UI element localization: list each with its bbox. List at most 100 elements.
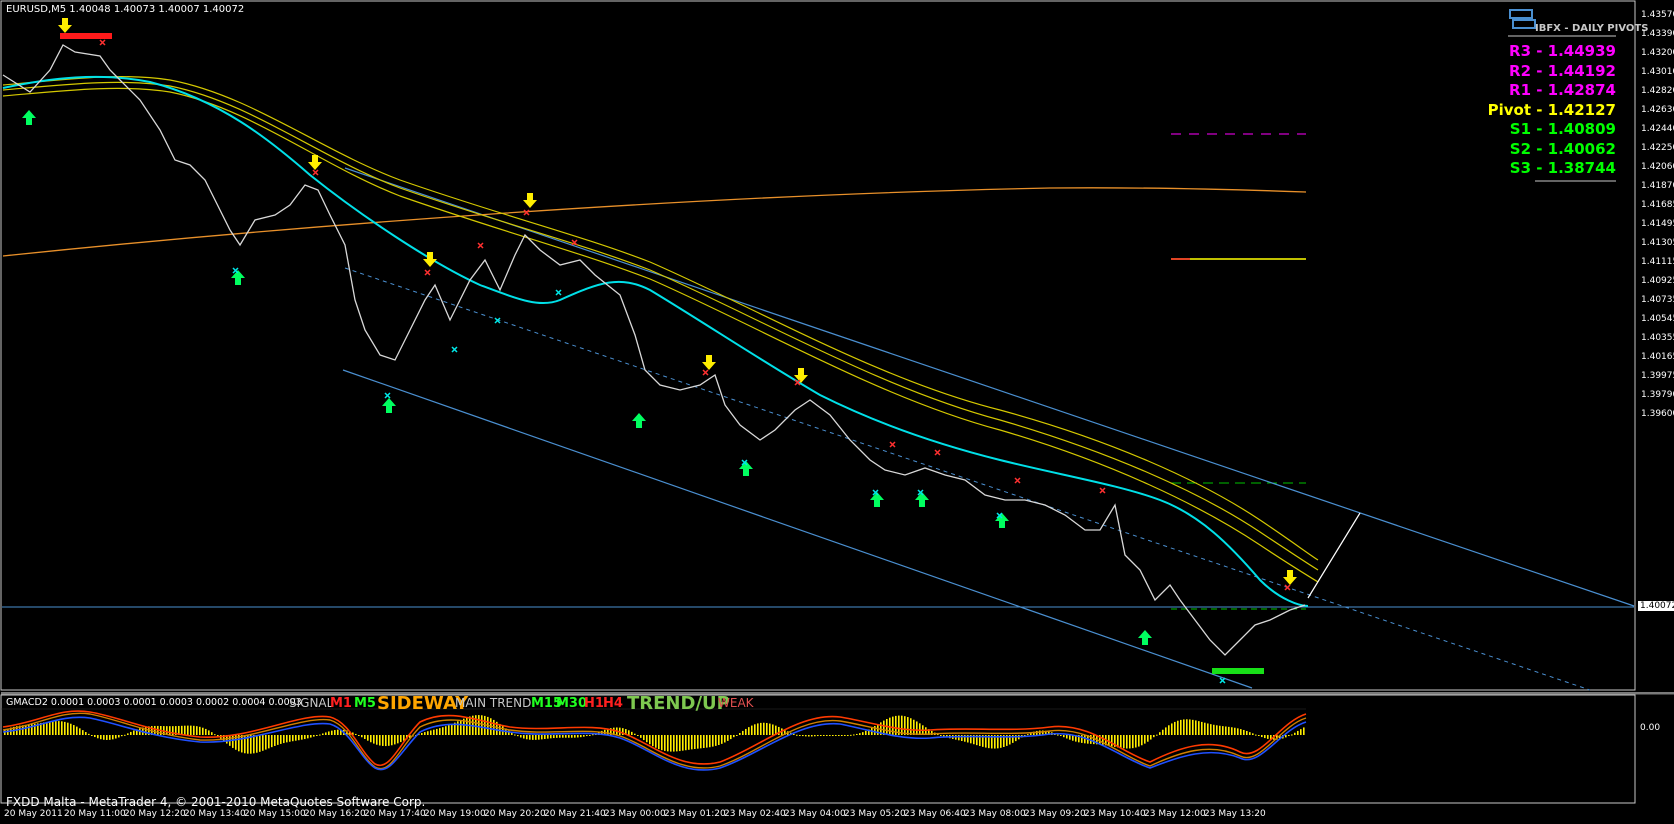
price-axis-label: 1.40165 <box>1641 352 1674 363</box>
histogram-bar <box>1180 719 1182 735</box>
histogram-bar <box>712 735 714 747</box>
histogram-bar <box>562 735 564 738</box>
price-axis-label: 1.39975 <box>1641 371 1674 382</box>
histogram-bar <box>520 735 522 738</box>
histogram-bar <box>460 719 462 735</box>
price-chart[interactable] <box>0 0 1674 692</box>
histogram-bar <box>1174 721 1176 735</box>
histogram-bar <box>805 735 807 737</box>
histogram-bar <box>688 735 690 750</box>
histogram-bar <box>553 735 555 739</box>
time-axis-label: 23 May 12:00 <box>1144 809 1206 819</box>
price-axis-label: 1.40735 <box>1641 295 1674 306</box>
histogram-bar <box>82 730 84 735</box>
histogram-bar <box>1111 735 1113 747</box>
histogram-bar <box>850 734 852 736</box>
histogram-bar <box>1258 735 1260 736</box>
symbol-header: EURUSD,M5 1.40048 1.40073 1.40007 1.4007… <box>6 4 245 15</box>
time-axis-label: 20 May 2011 <box>4 809 63 819</box>
histogram-bar <box>1126 735 1128 749</box>
histogram-bar <box>115 735 117 739</box>
histogram-bar <box>205 728 207 735</box>
histogram-bar <box>1213 724 1215 735</box>
histogram-bar <box>253 735 255 754</box>
histogram-bar <box>1147 735 1149 742</box>
histogram-bar <box>700 735 702 749</box>
histogram-bar <box>550 735 552 739</box>
histogram-bar <box>1039 730 1041 735</box>
histogram-bar <box>811 735 813 737</box>
histogram-bar <box>1285 735 1287 738</box>
histogram-bar <box>427 731 429 735</box>
price-axis-label: 1.42630 <box>1641 105 1674 116</box>
histogram-bar <box>1138 735 1140 747</box>
histogram-bar <box>103 735 105 740</box>
time-axis-label: 23 May 04:00 <box>784 809 846 819</box>
histogram-bar <box>838 735 840 736</box>
time-axis-label: 20 May 11:00 <box>64 809 126 819</box>
histogram-bar <box>865 730 867 735</box>
histogram-bar <box>1093 735 1095 745</box>
histogram-bar <box>1219 725 1221 735</box>
histogram-bar <box>832 735 834 736</box>
histogram-bar <box>475 715 477 735</box>
histogram-bar <box>1228 726 1230 735</box>
histogram-bar <box>154 725 156 735</box>
time-axis-label: 23 May 10:40 <box>1084 809 1146 819</box>
histogram-bar <box>448 725 450 735</box>
histogram-bar <box>55 721 57 735</box>
histogram-bar <box>1297 730 1299 735</box>
histogram-bar <box>283 735 285 744</box>
resistance-marker <box>60 33 112 39</box>
histogram-bar <box>814 735 816 737</box>
histogram-bar <box>670 735 672 752</box>
time-axis-label: 23 May 08:00 <box>964 809 1026 819</box>
histogram-bar <box>331 730 333 735</box>
histogram-bar <box>556 735 558 738</box>
histogram-bar <box>1129 735 1131 749</box>
gmacd-indicator-chart[interactable] <box>0 692 1674 805</box>
histogram-bar <box>589 735 591 736</box>
price-axis-label: 1.43570 <box>1641 10 1674 20</box>
histogram-bar <box>763 722 765 735</box>
histogram-bar <box>823 735 825 736</box>
histogram-bar <box>442 727 444 735</box>
histogram-bar <box>1255 734 1257 736</box>
histogram-bar <box>1069 735 1071 740</box>
histogram-bar <box>208 730 210 735</box>
histogram-bar <box>718 735 720 745</box>
price-axis-label: 1.41495 <box>1641 219 1674 230</box>
histogram-bar <box>94 735 96 738</box>
histogram-bar <box>802 735 804 737</box>
histogram-bar <box>181 725 183 735</box>
histogram-bar <box>361 735 363 738</box>
histogram-bar <box>67 722 69 735</box>
histogram-bar <box>277 735 279 745</box>
histogram-bar <box>754 724 756 735</box>
histogram-bar <box>529 735 531 740</box>
h4-label: H4 <box>603 696 623 711</box>
histogram-bar <box>1237 728 1239 735</box>
histogram-bar <box>193 725 195 735</box>
price-axis-label: 1.40355 <box>1641 333 1674 344</box>
current-price-label: 1.40072 <box>1638 601 1674 611</box>
histogram-bar <box>1234 727 1236 735</box>
histogram-bar <box>643 735 645 741</box>
histogram-bar <box>268 735 270 749</box>
histogram-bar <box>307 735 309 739</box>
histogram-bar <box>298 735 300 741</box>
histogram-bar <box>940 735 942 736</box>
pivot-level-r2: R2 - 1.44192 <box>1509 61 1616 80</box>
signal-label: SIGNAL <box>289 696 334 710</box>
price-axis-label: 1.39790 <box>1641 390 1674 401</box>
histogram-bar <box>769 723 771 735</box>
histogram-bar <box>652 735 654 747</box>
histogram-bar <box>1264 735 1266 739</box>
histogram-bar <box>169 726 171 735</box>
histogram-bar <box>445 726 447 735</box>
histogram-bar <box>271 735 273 748</box>
pivot-level-r3: R3 - 1.44939 <box>1509 42 1616 60</box>
histogram-bar <box>1210 724 1212 735</box>
price-axis-label: 1.40545 <box>1641 314 1674 325</box>
histogram-bar <box>1132 735 1134 749</box>
